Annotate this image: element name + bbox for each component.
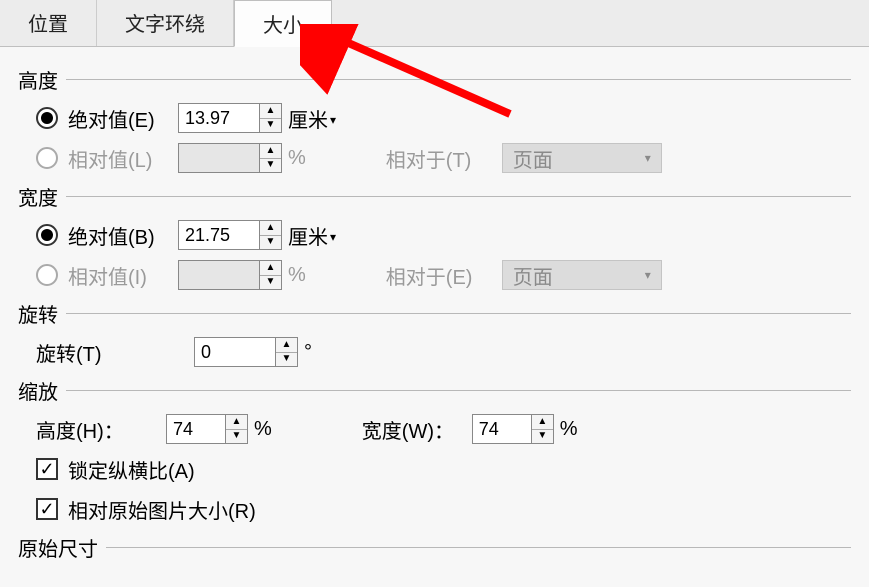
spin-up-icon: ▲ — [260, 261, 281, 276]
spin-up-icon[interactable]: ▲ — [260, 104, 281, 119]
spin-down-icon: ▼ — [260, 276, 281, 290]
width-absolute-spinner[interactable]: ▲▼ — [178, 220, 282, 250]
height-relative-to-label: 相对于(T) — [386, 144, 496, 173]
width-absolute-label: 绝对值(B) — [68, 221, 178, 250]
rotation-group-label: 旋转 — [18, 299, 58, 328]
chevron-down-icon: ▾ — [645, 268, 651, 282]
height-relative-to-combo: 页面▾ — [502, 143, 662, 173]
size-panel: 高度 绝对值(E) ▲▼ 厘米 相对值(L) ▲▼ % 相对于(T) 页面▾ 宽… — [0, 47, 869, 587]
divider — [66, 79, 851, 80]
spin-down-icon: ▼ — [260, 159, 281, 173]
height-absolute-unit[interactable]: 厘米 — [288, 104, 336, 133]
rotation-unit: ° — [304, 341, 312, 364]
width-relative-radio[interactable] — [36, 264, 58, 286]
spin-up-icon[interactable]: ▲ — [276, 338, 297, 353]
width-relative-spinner: ▲▼ — [178, 260, 282, 290]
width-absolute-unit[interactable]: 厘米 — [288, 221, 336, 250]
width-group-label: 宽度 — [18, 182, 58, 211]
tab-position[interactable]: 位置 — [0, 0, 97, 46]
scale-height-input[interactable] — [166, 414, 226, 444]
spin-up-icon[interactable]: ▲ — [226, 415, 247, 430]
width-relative-input — [178, 260, 260, 290]
height-absolute-radio[interactable] — [36, 107, 58, 129]
relative-original-checkbox[interactable] — [36, 498, 58, 520]
relative-original-label: 相对原始图片大小(R) — [68, 495, 256, 524]
spin-up-icon[interactable]: ▲ — [532, 415, 553, 430]
lock-aspect-checkbox[interactable] — [36, 458, 58, 480]
spin-up-icon[interactable]: ▲ — [260, 221, 281, 236]
width-relative-label: 相对值(I) — [68, 261, 178, 290]
height-absolute-input[interactable] — [178, 103, 260, 133]
rotation-spinner[interactable]: ▲▼ — [194, 337, 298, 367]
divider — [66, 196, 851, 197]
scale-group-label: 缩放 — [18, 376, 58, 405]
height-absolute-label: 绝对值(E) — [68, 104, 178, 133]
spin-down-icon[interactable]: ▼ — [276, 353, 297, 367]
height-relative-spinner: ▲▼ — [178, 143, 282, 173]
spin-up-icon: ▲ — [260, 144, 281, 159]
divider — [66, 313, 851, 314]
original-size-group-label: 原始尺寸 — [18, 533, 98, 562]
spin-down-icon[interactable]: ▼ — [532, 430, 553, 444]
divider — [106, 547, 851, 548]
height-group-label: 高度 — [18, 65, 58, 94]
divider — [66, 390, 851, 391]
scale-height-spinner[interactable]: ▲▼ — [166, 414, 248, 444]
height-relative-unit: % — [288, 147, 306, 170]
width-absolute-input[interactable] — [178, 220, 260, 250]
scale-width-unit: % — [560, 418, 578, 441]
chevron-down-icon — [328, 107, 336, 130]
scale-height-unit: % — [254, 418, 272, 441]
rotation-label: 旋转(T) — [36, 338, 166, 367]
lock-aspect-label: 锁定纵横比(A) — [68, 455, 195, 484]
scale-width-input[interactable] — [472, 414, 532, 444]
tab-bar: 位置 文字环绕 大小 — [0, 0, 869, 47]
height-relative-input — [178, 143, 260, 173]
scale-width-label: 宽度(W)： — [362, 415, 472, 444]
spin-down-icon[interactable]: ▼ — [260, 236, 281, 250]
width-relative-to-combo: 页面▾ — [502, 260, 662, 290]
width-absolute-radio[interactable] — [36, 224, 58, 246]
height-relative-radio[interactable] — [36, 147, 58, 169]
tab-size[interactable]: 大小 — [234, 0, 332, 47]
height-relative-label: 相对值(L) — [68, 144, 178, 173]
height-absolute-spinner[interactable]: ▲▼ — [178, 103, 282, 133]
scale-width-spinner[interactable]: ▲▼ — [472, 414, 554, 444]
width-relative-to-label: 相对于(E) — [386, 261, 496, 290]
spin-down-icon[interactable]: ▼ — [226, 430, 247, 444]
scale-height-label: 高度(H)： — [36, 415, 166, 444]
chevron-down-icon — [328, 224, 336, 247]
rotation-input[interactable] — [194, 337, 276, 367]
chevron-down-icon: ▾ — [645, 151, 651, 165]
width-relative-unit: % — [288, 264, 306, 287]
tab-text-wrap[interactable]: 文字环绕 — [97, 0, 234, 46]
spin-down-icon[interactable]: ▼ — [260, 119, 281, 133]
